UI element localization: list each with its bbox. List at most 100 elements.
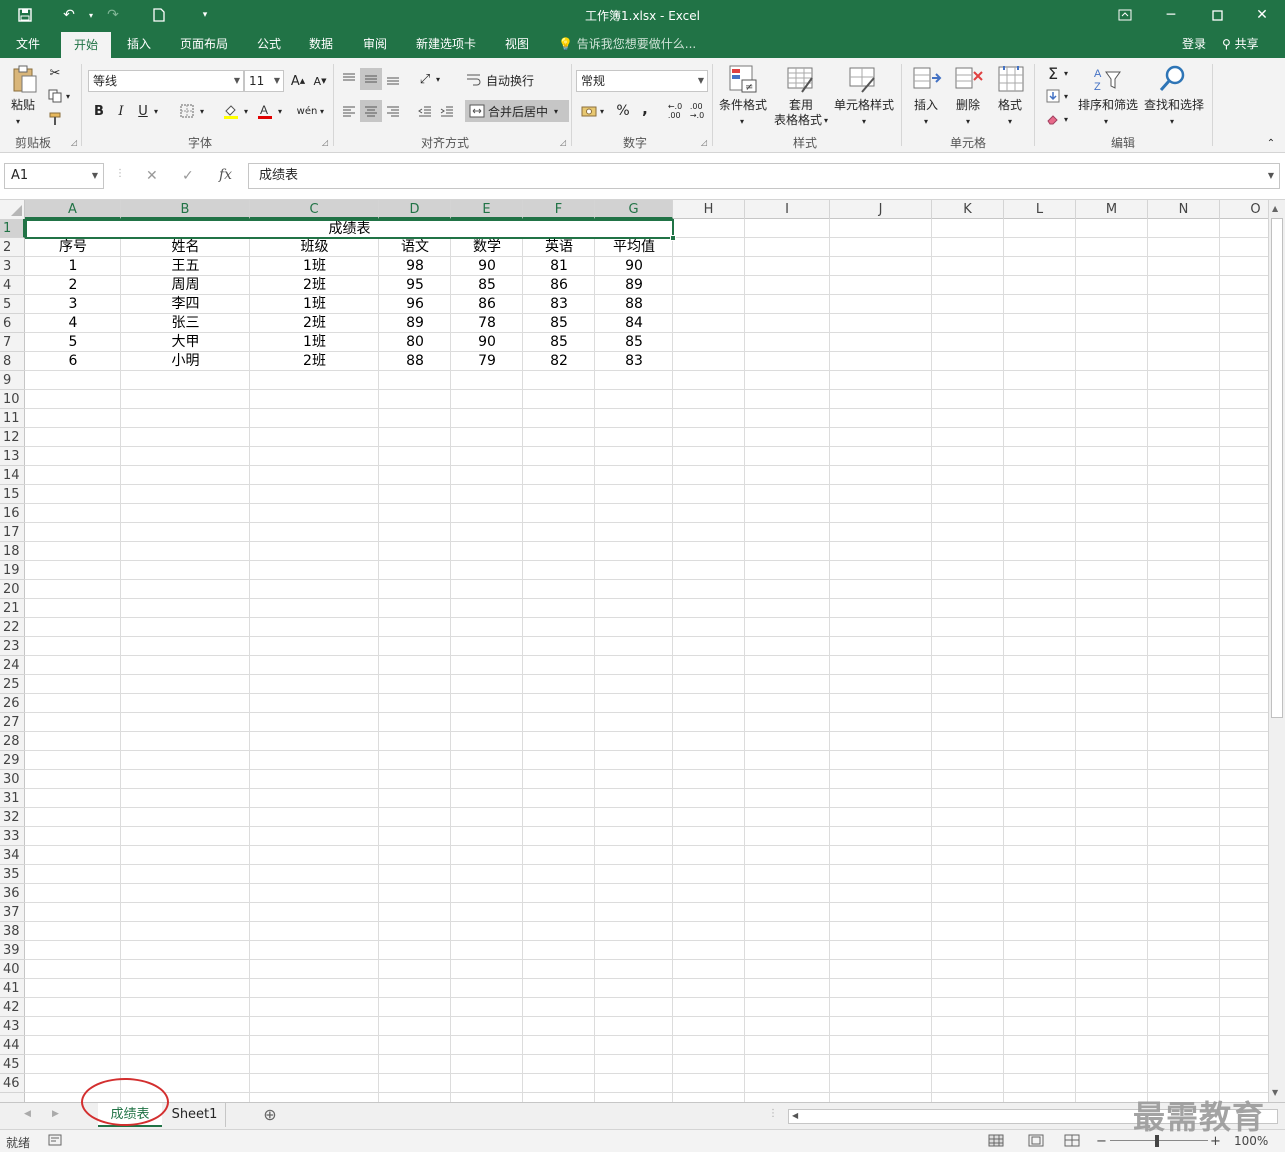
table-cell[interactable]: 90 <box>595 257 673 276</box>
chevron-down-icon[interactable]: ▾ <box>966 114 970 129</box>
confirm-entry-icon[interactable]: ✓ <box>182 168 194 184</box>
table-header-cell[interactable]: 英语 <box>523 238 595 257</box>
row-header[interactable]: 13 <box>0 447 25 466</box>
table-header-cell[interactable]: 序号 <box>25 238 121 257</box>
row-header[interactable]: 19 <box>0 561 25 580</box>
align-middle-icon[interactable] <box>360 68 382 90</box>
conditional-format-icon[interactable]: ≠ <box>728 64 758 94</box>
cut-icon[interactable]: ✂ <box>44 62 66 84</box>
paste-icon[interactable] <box>10 64 40 94</box>
row-header[interactable]: 15 <box>0 485 25 504</box>
table-cell[interactable]: 李四 <box>121 295 250 314</box>
copy-dropdown-icon[interactable]: ▾ <box>62 85 74 107</box>
merge-center-button[interactable]: 合并后居中 ▾ <box>465 100 569 122</box>
paste-dropdown-icon[interactable]: ▾ <box>16 114 20 129</box>
row-header[interactable]: 36 <box>0 884 25 903</box>
sign-in-link[interactable]: 登录 <box>1182 30 1206 58</box>
delete-cells-label[interactable]: 删除 <box>948 98 988 113</box>
font-size-select[interactable]: 11 ▼ <box>244 70 284 92</box>
align-top-icon[interactable] <box>338 68 360 90</box>
save-icon[interactable] <box>14 4 36 26</box>
borders-dropdown-icon[interactable]: ▾ <box>196 100 208 122</box>
table-cell[interactable]: 96 <box>379 295 451 314</box>
column-header-m[interactable]: M <box>1076 200 1148 219</box>
percent-style-button[interactable]: % <box>612 100 634 122</box>
zoom-out-icon[interactable]: − <box>1096 1134 1107 1149</box>
page-break-view-icon[interactable] <box>1064 1134 1080 1150</box>
table-cell[interactable]: 85 <box>451 276 523 295</box>
column-header-d[interactable]: D <box>379 200 451 219</box>
row-header[interactable]: 17 <box>0 523 25 542</box>
next-sheet-icon[interactable]: ▶ <box>52 1109 59 1119</box>
tab-review[interactable]: 审阅 <box>354 30 396 58</box>
column-header-g[interactable]: G <box>595 200 673 219</box>
fill-color-icon[interactable] <box>220 100 242 122</box>
name-box[interactable]: A1 ▼ <box>4 163 104 189</box>
align-left-icon[interactable] <box>338 100 360 122</box>
chevron-down-icon[interactable]: ▾ <box>1170 114 1174 129</box>
row-header[interactable]: 28 <box>0 732 25 751</box>
cancel-entry-icon[interactable]: ✕ <box>146 168 158 184</box>
row-header[interactable]: 16 <box>0 504 25 523</box>
tab-home[interactable]: 开始 <box>61 32 111 58</box>
alignment-launcher-icon[interactable]: ◿ <box>560 138 566 147</box>
row-header[interactable]: 41 <box>0 979 25 998</box>
row-header[interactable]: 1 <box>0 219 25 238</box>
font-name-select[interactable]: 等线 ▼ <box>88 70 244 92</box>
table-cell[interactable]: 2班 <box>250 276 379 295</box>
table-cell[interactable]: 78 <box>451 314 523 333</box>
macro-record-icon[interactable] <box>48 1134 62 1149</box>
row-header[interactable]: 29 <box>0 751 25 770</box>
row-header[interactable]: 18 <box>0 542 25 561</box>
table-cell[interactable]: 王五 <box>121 257 250 276</box>
align-center-icon[interactable] <box>360 100 382 122</box>
table-cell[interactable]: 2 <box>25 276 121 295</box>
table-cell[interactable]: 周周 <box>121 276 250 295</box>
table-cell[interactable]: 2班 <box>250 314 379 333</box>
table-cell[interactable]: 81 <box>523 257 595 276</box>
customize-toolbar-icon[interactable]: ▾ <box>194 4 216 26</box>
align-bottom-icon[interactable] <box>382 68 404 90</box>
format-painter-icon[interactable] <box>44 108 66 130</box>
table-header-cell[interactable]: 姓名 <box>121 238 250 257</box>
italic-button[interactable]: I <box>110 100 132 122</box>
decrease-font-icon[interactable]: A ▼ <box>309 70 331 92</box>
row-header[interactable]: 23 <box>0 637 25 656</box>
sheet-tab-scores[interactable]: 成绩表 <box>98 1103 162 1127</box>
row-header[interactable]: 30 <box>0 770 25 789</box>
table-cell[interactable]: 79 <box>451 352 523 371</box>
table-cell[interactable]: 85 <box>523 314 595 333</box>
row-header[interactable]: 5 <box>0 295 25 314</box>
page-layout-view-icon[interactable] <box>1028 1134 1044 1150</box>
row-header[interactable]: 8 <box>0 352 25 371</box>
row-header[interactable]: 31 <box>0 789 25 808</box>
increase-font-icon[interactable]: A ▲ <box>287 70 309 92</box>
prev-sheet-icon[interactable]: ◀ <box>24 1109 31 1119</box>
table-cell[interactable]: 83 <box>523 295 595 314</box>
chevron-down-icon[interactable]: ▾ <box>862 114 866 129</box>
align-right-icon[interactable] <box>382 100 404 122</box>
table-cell[interactable]: 89 <box>595 276 673 295</box>
column-header-a[interactable]: A <box>25 200 121 219</box>
table-cell[interactable]: 大甲 <box>121 333 250 352</box>
table-cell[interactable]: 95 <box>379 276 451 295</box>
number-format-select[interactable]: 常规 ▼ <box>576 70 708 92</box>
row-header[interactable]: 32 <box>0 808 25 827</box>
cell-styles-label[interactable]: 单元格样式 <box>832 98 896 113</box>
column-header-f[interactable]: F <box>523 200 595 219</box>
table-cell[interactable]: 张三 <box>121 314 250 333</box>
row-header[interactable]: 9 <box>0 371 25 390</box>
fill-dropdown-icon[interactable]: ▾ <box>240 100 252 122</box>
merged-title-cell[interactable]: 成绩表 <box>25 219 676 241</box>
tab-data[interactable]: 数据 <box>300 30 342 58</box>
increase-decimal-icon[interactable]: ←.0.00 <box>664 100 686 122</box>
table-header-cell[interactable]: 语文 <box>379 238 451 257</box>
row-header[interactable]: 2 <box>0 238 25 257</box>
bold-button[interactable]: B <box>88 100 110 122</box>
ribbon-display-icon[interactable] <box>1102 0 1148 30</box>
delete-cells-icon[interactable] <box>954 64 984 94</box>
table-header-cell[interactable]: 数学 <box>451 238 523 257</box>
scroll-left-icon[interactable]: ◀ <box>792 1111 798 1120</box>
column-header-l[interactable]: L <box>1004 200 1076 219</box>
cell-area[interactable]: 成绩表 序号 姓名 班级 语文 数学 英语 平均值 1 王五 1班 98 90 81 90 2 周周 2班 95 8… <box>25 219 1268 1102</box>
